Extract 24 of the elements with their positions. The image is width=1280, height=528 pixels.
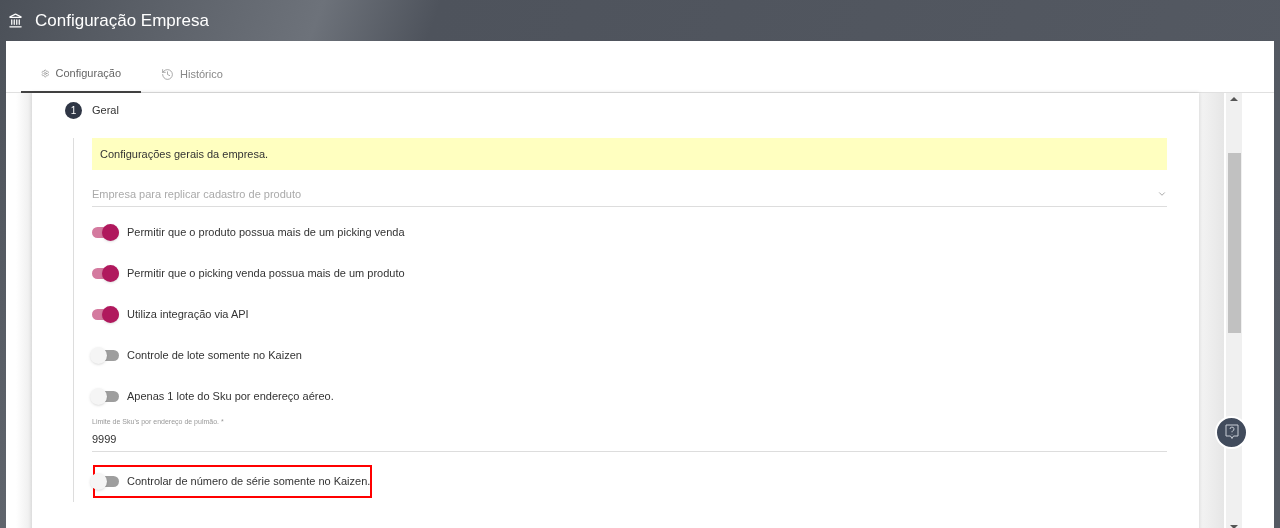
- toggle-switch[interactable]: [92, 309, 119, 320]
- toggle-switch[interactable]: [92, 476, 119, 487]
- tab[interactable]: Histórico: [141, 55, 271, 93]
- toggle-label: Controlar de número de série somente no Kaizen.: [127, 474, 371, 490]
- toggle-label: Utiliza integração via API: [127, 307, 249, 323]
- toggle-label: Controle de lote somente no Kaizen: [127, 348, 302, 364]
- info-notice: Configurações gerais da empresa.: [92, 138, 1167, 170]
- toggle-label: Apenas 1 lote do Sku por endereço aéreo.: [127, 389, 334, 405]
- step-title: Geral: [92, 102, 119, 118]
- toggle-label: Permitir que o produto possua mais de um picking venda: [127, 225, 405, 241]
- toggle-switch[interactable]: [92, 350, 119, 361]
- bank-icon: [8, 13, 23, 28]
- field-value: 9999: [92, 431, 118, 447]
- settings-icon: [41, 66, 50, 80]
- step-number: 1: [65, 101, 82, 119]
- page-title: Configuração Empresa: [35, 9, 209, 32]
- toggle-switch[interactable]: [92, 391, 119, 402]
- help-icon: [1224, 424, 1239, 441]
- dropdown-caret-icon: [1157, 189, 1167, 199]
- scrollbar[interactable]: [1226, 93, 1242, 528]
- toggle-switch[interactable]: [92, 268, 119, 279]
- toggle-label: Permitir que o picking venda possua mais de um produto: [127, 266, 405, 282]
- history-icon: [161, 67, 174, 81]
- toggle-switch[interactable]: [92, 227, 119, 238]
